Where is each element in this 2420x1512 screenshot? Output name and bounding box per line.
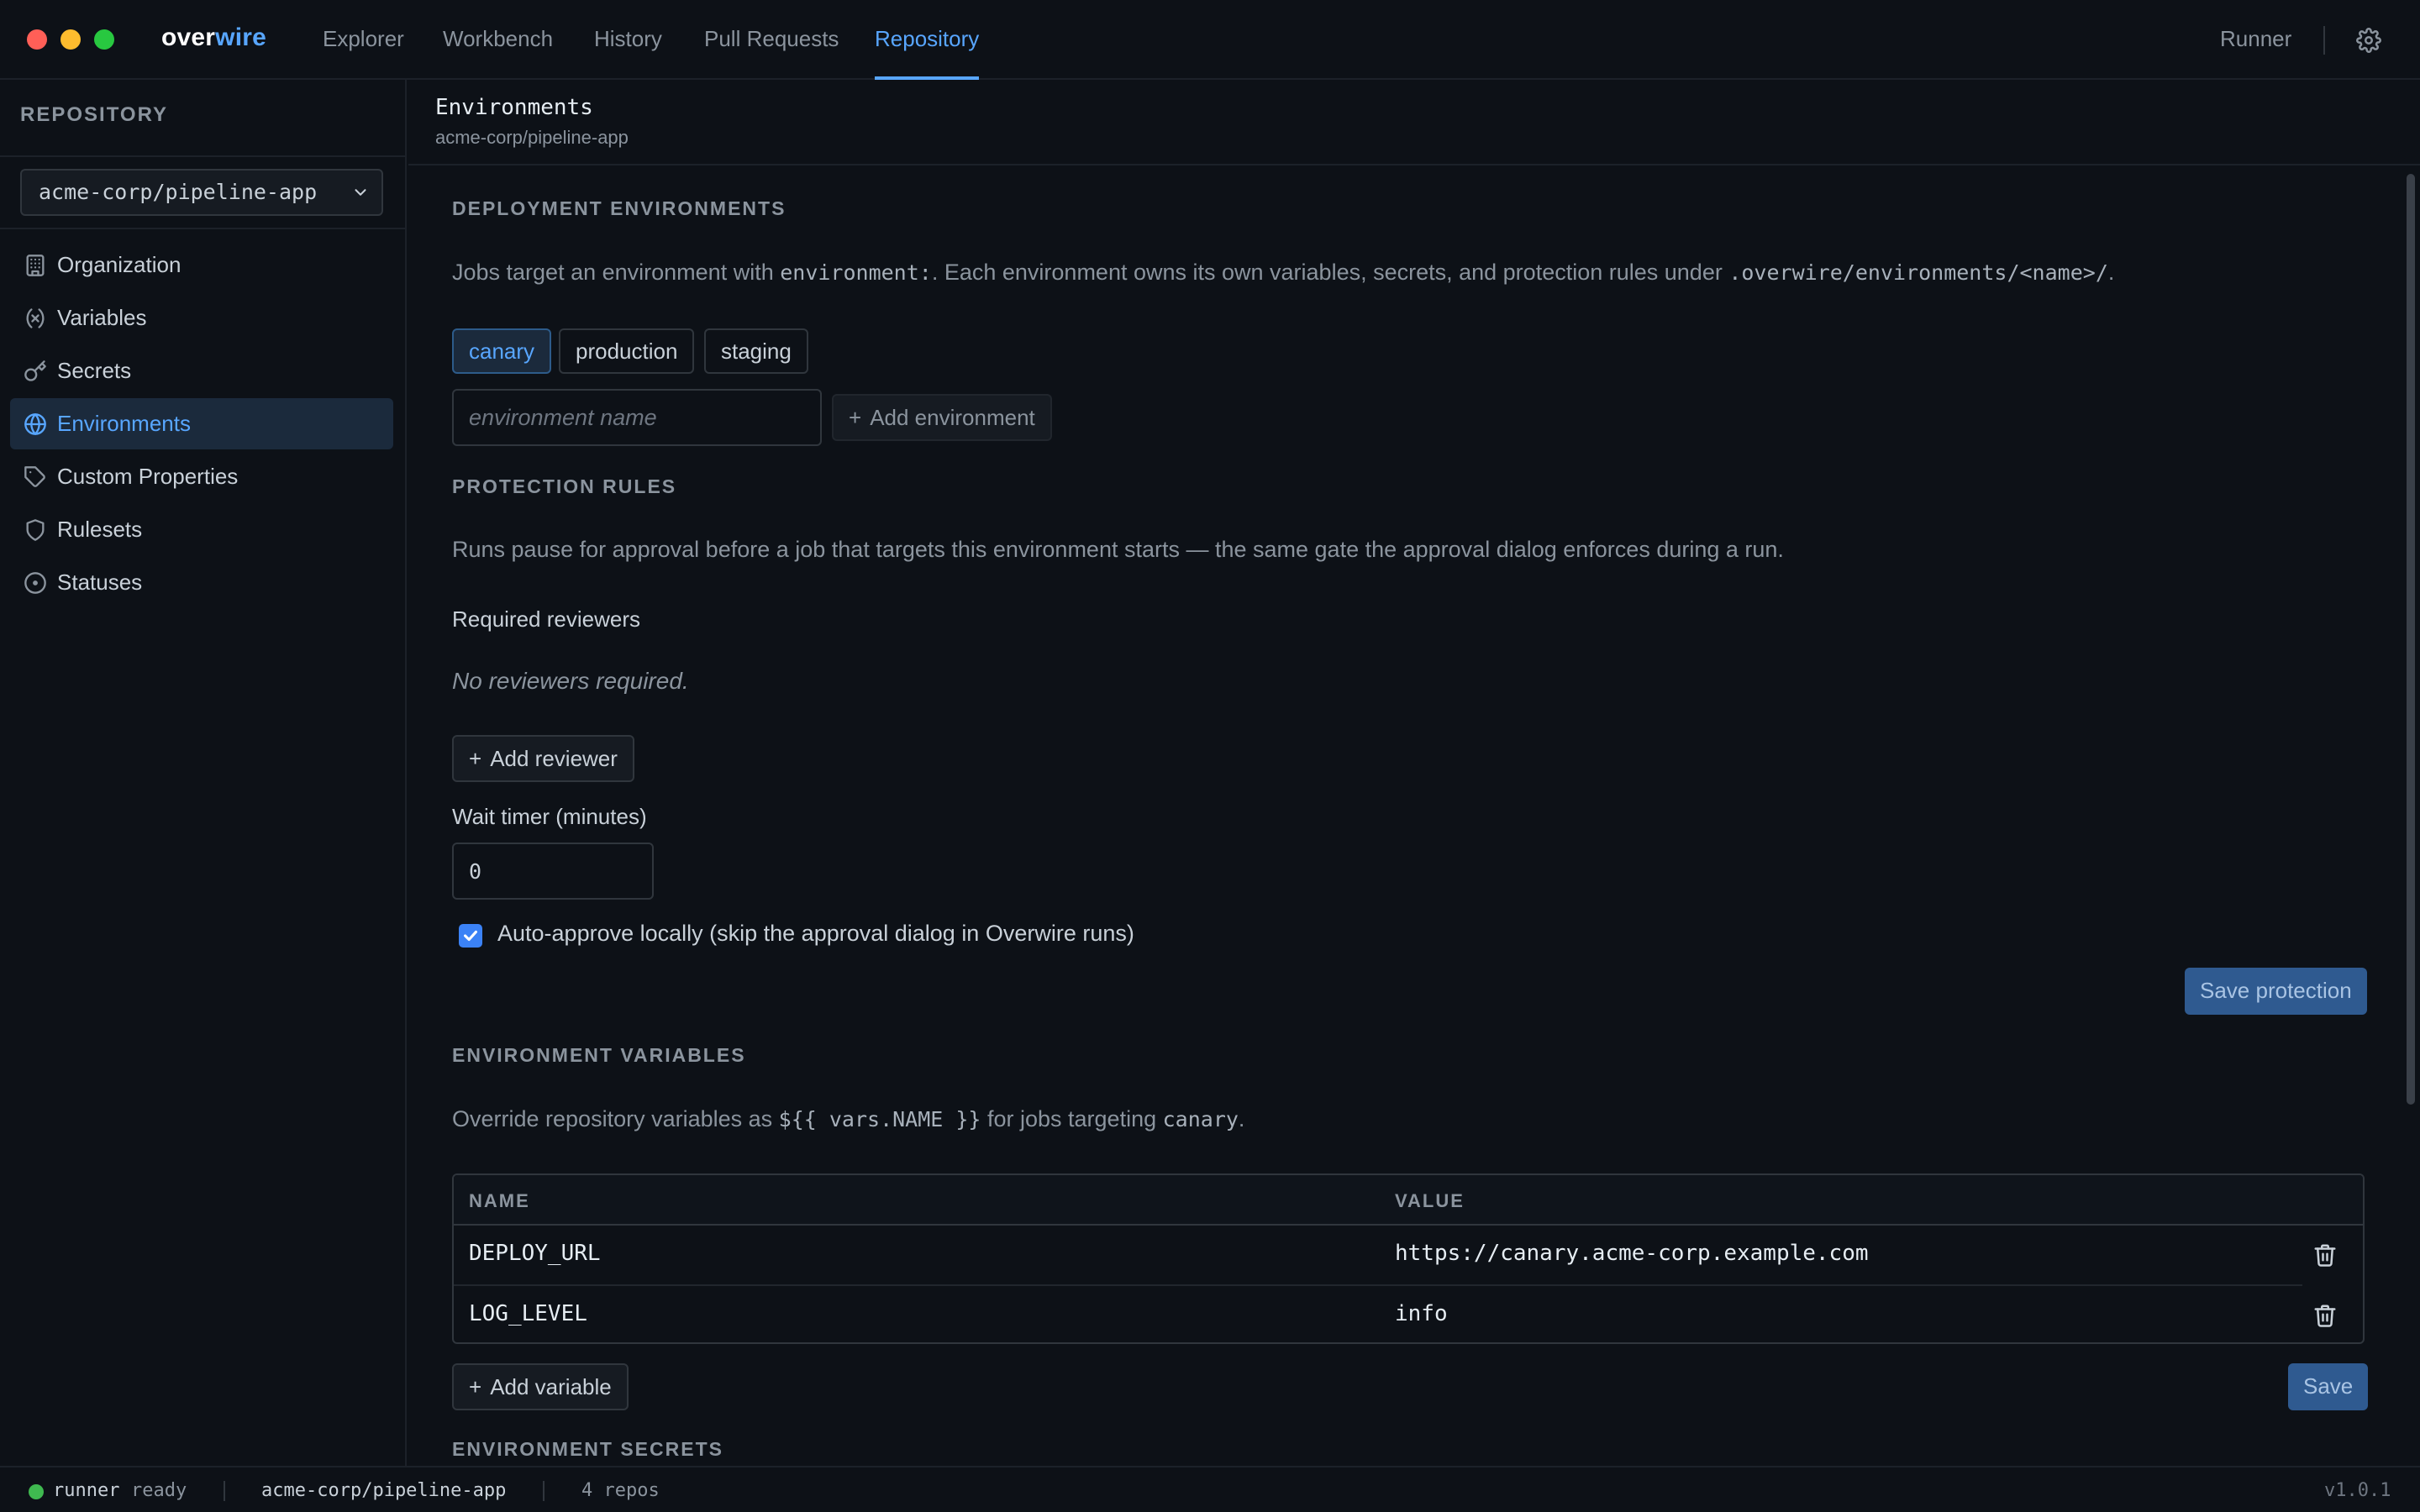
sidebar-item-variables[interactable]: Variables xyxy=(10,292,393,344)
window-maximize-button[interactable] xyxy=(94,29,114,50)
sidebar-heading: REPOSITORY xyxy=(20,103,169,126)
required-reviewers-label: Required reviewers xyxy=(452,606,640,632)
globe-icon xyxy=(24,413,46,435)
sidebar-item-label: Organization xyxy=(57,252,182,277)
variable-icon xyxy=(26,308,45,328)
sidebar-item-custom-properties[interactable]: Custom Properties xyxy=(10,451,393,502)
nav-tab-explorer[interactable]: Explorer xyxy=(323,0,404,80)
add-environment-button[interactable]: + Add environment xyxy=(832,394,1052,441)
status-repo[interactable]: acme-corp/pipeline-app xyxy=(261,1480,506,1501)
repo-select-value: acme-corp/pipeline-app xyxy=(39,180,318,204)
key-icon xyxy=(24,360,46,381)
sidebar-item-rulesets[interactable]: Rulesets xyxy=(10,504,393,555)
env-chip-staging[interactable]: staging xyxy=(704,328,808,374)
table-row: LOG_LEVEL info xyxy=(454,1286,2363,1342)
variable-name[interactable]: LOG_LEVEL xyxy=(469,1301,587,1326)
variable-value[interactable]: https://canary.acme-corp.example.com xyxy=(1395,1241,1869,1266)
table-header: NAME VALUE xyxy=(454,1175,2363,1226)
column-header-name: NAME xyxy=(469,1190,530,1211)
scrollbar-thumb[interactable] xyxy=(2407,174,2415,1105)
sidebar-divider xyxy=(0,155,405,157)
window-minimize-button[interactable] xyxy=(60,29,81,50)
nav-divider xyxy=(2323,26,2325,55)
sidebar-item-label: Variables xyxy=(57,305,147,330)
runner-label: runner xyxy=(53,1480,120,1501)
page-title: Environments xyxy=(435,95,593,120)
variable-value[interactable]: info xyxy=(1395,1301,1448,1326)
env-chip-canary[interactable]: canary xyxy=(452,328,552,374)
runner-status-dot xyxy=(29,1484,44,1499)
no-reviewers-text: No reviewers required. xyxy=(452,668,689,694)
window-close-button[interactable] xyxy=(27,29,47,50)
status-divider xyxy=(224,1481,225,1501)
environment-name-input[interactable] xyxy=(452,389,822,446)
auto-approve-checkbox[interactable] xyxy=(459,924,482,948)
section-heading-env-variables: ENVIRONMENT VARIABLES xyxy=(452,1044,746,1066)
sidebar-item-label: Custom Properties xyxy=(57,464,239,489)
wait-timer-input[interactable] xyxy=(452,843,654,900)
env-variables-table: NAME VALUE DEPLOY_URL https://canary.acm… xyxy=(452,1173,2365,1344)
deployment-description: Jobs target an environment with environm… xyxy=(452,260,2115,285)
env-variables-description: Override repository variables as ${{ var… xyxy=(452,1106,1245,1131)
sidebar-item-label: Statuses xyxy=(57,570,143,595)
trash-icon[interactable] xyxy=(2312,1242,2338,1268)
page-subtitle: acme-corp/pipeline-app xyxy=(435,127,629,148)
sidebar-item-label: Secrets xyxy=(57,358,132,383)
title-bar: overwire Explorer Workbench History Pull… xyxy=(0,0,2420,80)
section-heading-env-secrets: ENVIRONMENT SECRETS xyxy=(452,1438,723,1460)
nav-tab-repository[interactable]: Repository xyxy=(875,0,980,80)
sidebar-divider xyxy=(0,228,405,229)
add-variable-button[interactable]: + Add variable xyxy=(452,1363,629,1410)
sidebar: REPOSITORY acme-corp/pipeline-app Organi… xyxy=(0,80,407,1466)
tag-icon xyxy=(24,466,45,487)
repo-select[interactable]: acme-corp/pipeline-app xyxy=(20,169,383,216)
nav-tab-pull-requests[interactable]: Pull Requests xyxy=(704,0,839,80)
shield-icon xyxy=(26,519,45,541)
status-repo-count: 4 repos xyxy=(581,1480,660,1501)
gear-icon[interactable] xyxy=(2356,28,2381,53)
wait-timer-label: Wait timer (minutes) xyxy=(452,804,647,829)
nav-tab-history[interactable]: History xyxy=(594,0,662,80)
app-logo: overwire xyxy=(161,24,267,51)
plus-icon: + xyxy=(849,405,862,430)
plus-icon: + xyxy=(469,1374,482,1399)
column-header-value: VALUE xyxy=(1395,1190,1465,1211)
table-row: DEPLOY_URL https://canary.acme-corp.exam… xyxy=(454,1226,2363,1286)
add-reviewer-button[interactable]: + Add reviewer xyxy=(452,735,634,782)
sidebar-item-organization[interactable]: Organization xyxy=(10,239,393,291)
section-heading-protection: PROTECTION RULES xyxy=(452,475,677,497)
sidebar-item-label: Rulesets xyxy=(57,517,143,542)
sidebar-item-secrets[interactable]: Secrets xyxy=(10,345,393,396)
circle-dot-icon xyxy=(24,572,46,594)
trash-icon[interactable] xyxy=(2312,1303,2338,1328)
sidebar-item-label: Environments xyxy=(57,411,191,436)
save-variables-button[interactable]: Save xyxy=(2288,1363,2369,1410)
section-heading-deployment: DEPLOYMENT ENVIRONMENTS xyxy=(452,197,786,219)
app-version: v1.0.1 xyxy=(2324,1480,2391,1501)
chevron-down-icon xyxy=(355,189,366,196)
header-divider xyxy=(408,164,2420,165)
main-content: Environments acme-corp/pipeline-app DEPL… xyxy=(408,80,2420,1466)
plus-icon: + xyxy=(469,746,482,771)
auto-approve-label[interactable]: Auto-approve locally (skip the approval … xyxy=(497,921,1134,947)
sidebar-item-environments[interactable]: Environments xyxy=(10,398,393,449)
building-icon xyxy=(26,255,45,276)
runner-link[interactable]: Runner xyxy=(2220,0,2291,80)
variable-name[interactable]: DEPLOY_URL xyxy=(469,1241,601,1266)
sidebar-item-statuses[interactable]: Statuses xyxy=(10,557,393,608)
save-protection-button[interactable]: Save protection xyxy=(2185,968,2367,1015)
status-divider xyxy=(543,1481,544,1501)
nav-tab-workbench[interactable]: Workbench xyxy=(443,0,553,80)
runner-state: ready xyxy=(131,1480,187,1501)
env-chip-production[interactable]: production xyxy=(559,328,695,374)
status-bar: runner ready acme-corp/pipeline-app 4 re… xyxy=(0,1466,2420,1512)
protection-description: Runs pause for approval before a job tha… xyxy=(452,537,1784,562)
checkmark-icon xyxy=(464,930,477,942)
